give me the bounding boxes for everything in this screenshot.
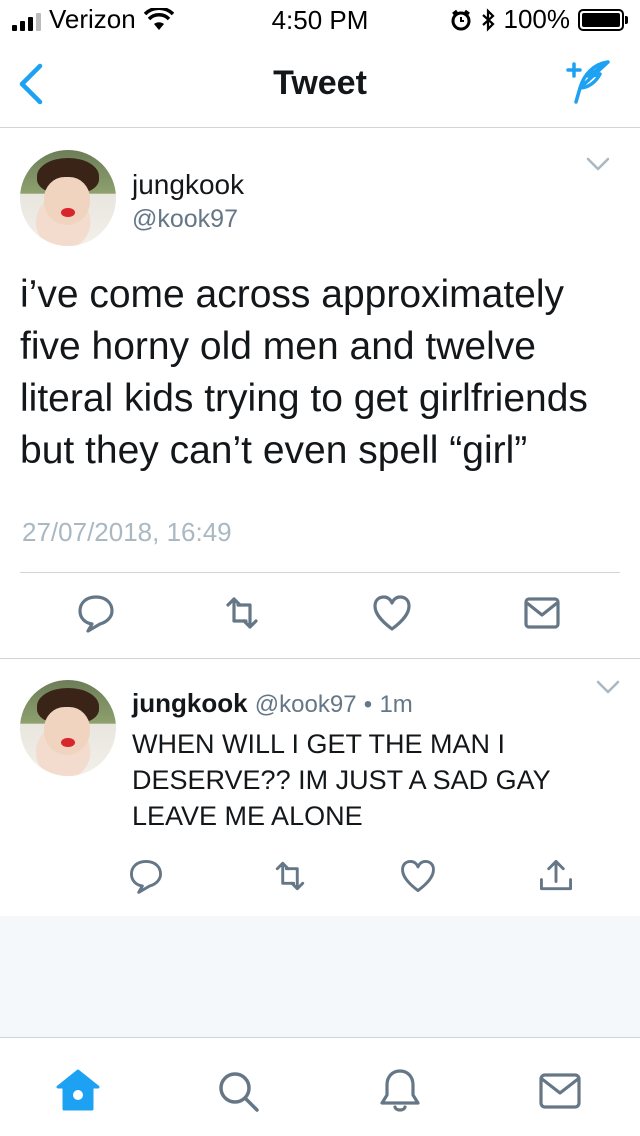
tweet-timestamp: 27/07/2018, 16:49: [22, 517, 232, 547]
heart-icon[interactable]: [370, 591, 414, 635]
compose-tweet-icon[interactable]: [558, 58, 614, 106]
chevron-down-icon[interactable]: [596, 680, 620, 694]
bluetooth-icon: [481, 7, 495, 32]
page-title: Tweet: [273, 64, 367, 102]
separator-dot: •: [363, 691, 373, 718]
reply-time: 1m: [379, 691, 413, 718]
alarm-icon: [451, 9, 470, 30]
chevron-down-icon[interactable]: [586, 157, 610, 171]
share-icon[interactable]: [536, 856, 576, 896]
divider: [20, 572, 620, 573]
nav-bar: Tweet: [0, 40, 640, 128]
reply-tweet[interactable]: jungkook @kook97 • 1m WHEN WILL I GET TH…: [0, 660, 640, 916]
home-icon[interactable]: [54, 1067, 102, 1115]
tweet-author-name[interactable]: jungkook: [132, 169, 244, 201]
main-tweet: jungkook @kook97 i’ve come across approx…: [0, 129, 640, 659]
avatar[interactable]: [20, 680, 116, 776]
reply-author-name[interactable]: jungkook: [132, 688, 248, 718]
screen: Verizon 4:50 PM 100% Tweet jungkook @koo…: [0, 0, 640, 1136]
battery-icon: [578, 8, 628, 31]
reply-icon[interactable]: [126, 856, 166, 896]
tab-bar: [0, 1039, 640, 1136]
bell-icon[interactable]: [376, 1067, 424, 1115]
search-icon[interactable]: [214, 1067, 262, 1115]
battery-percent: 100%: [503, 4, 571, 34]
tweet-author-handle[interactable]: @kook97: [132, 205, 238, 234]
reply-header: jungkook @kook97 • 1m: [132, 688, 413, 719]
reply-text: WHEN WILL I GET THE MAN I DESERVE?? IM J…: [132, 729, 551, 831]
tweet-text: i’ve come across approximately five horn…: [20, 273, 588, 472]
avatar[interactable]: [20, 150, 116, 246]
tweet-actions: [0, 591, 640, 651]
status-bar: Verizon 4:50 PM 100%: [0, 0, 640, 40]
retweet-icon[interactable]: [220, 591, 264, 635]
empty-area: [0, 916, 640, 1038]
messages-icon[interactable]: [536, 1067, 584, 1115]
retweet-icon[interactable]: [270, 856, 310, 896]
envelope-icon[interactable]: [520, 591, 564, 635]
status-right-group: 100%: [450, 4, 628, 35]
heart-icon[interactable]: [398, 856, 438, 896]
reply-actions: [0, 856, 640, 916]
reply-author-handle[interactable]: @kook97: [255, 691, 357, 718]
reply-icon[interactable]: [74, 591, 118, 635]
